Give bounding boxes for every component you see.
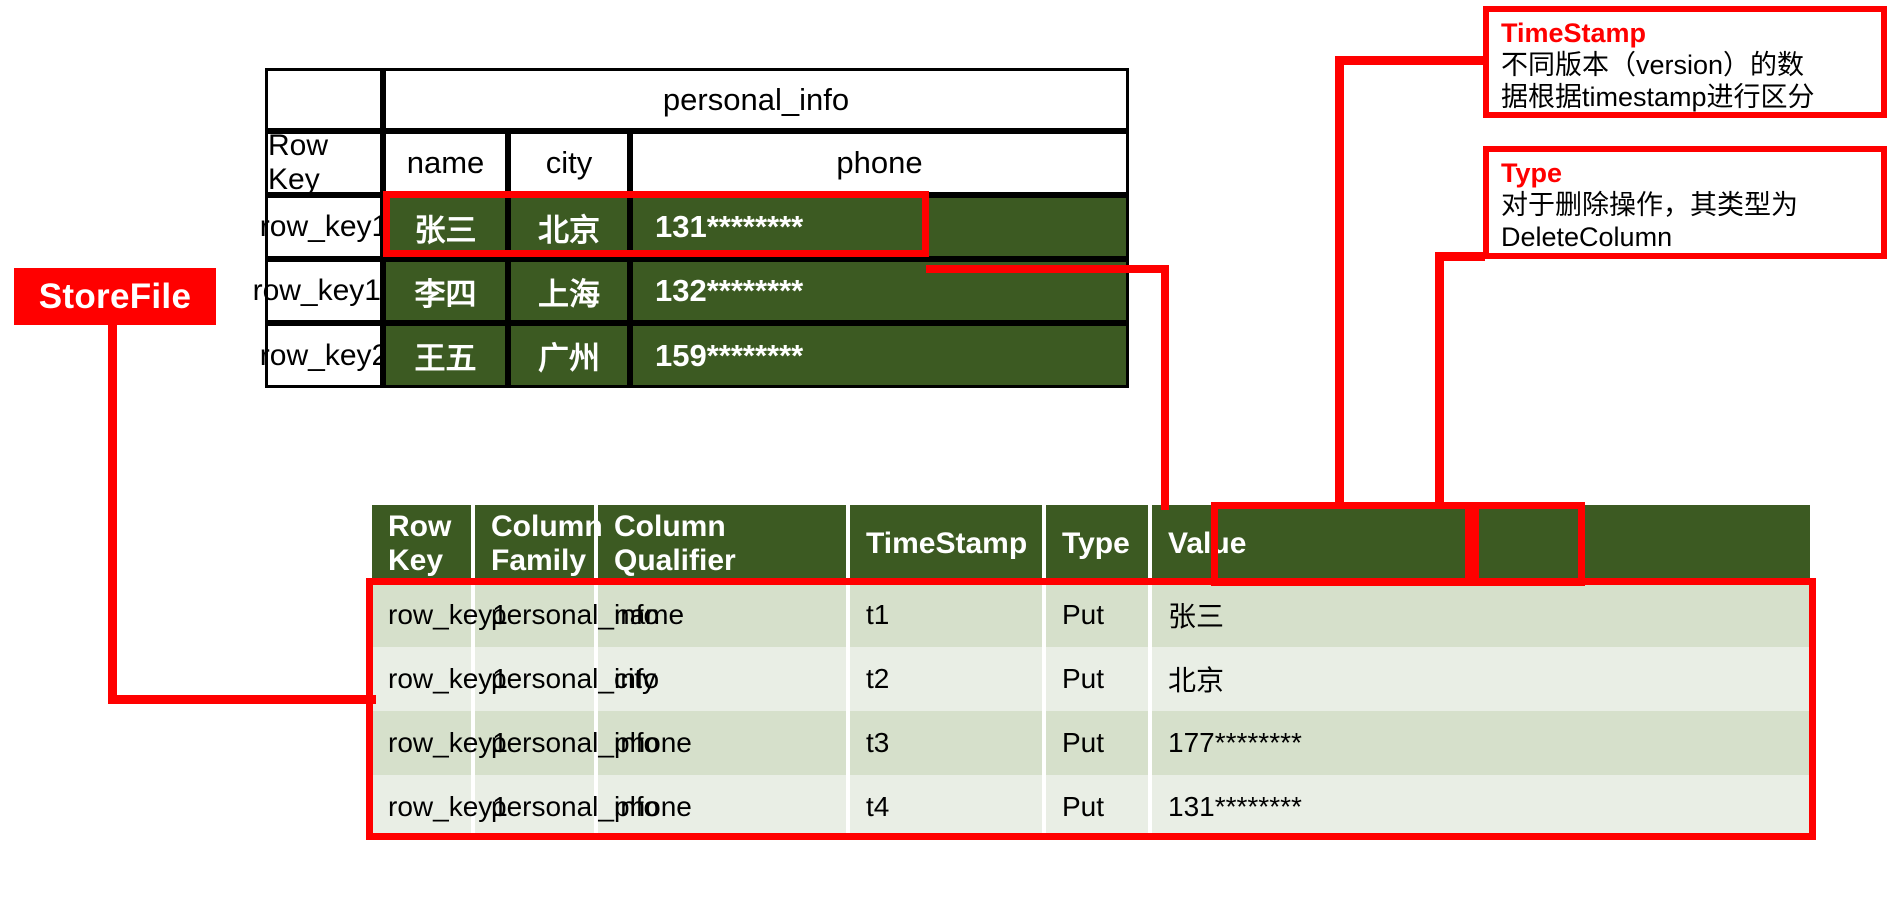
storefile-connector-horizontal [108,695,376,704]
logical-table-name-3: 王五 [383,323,508,388]
logical-table-header-row-key: Row Key [265,129,383,196]
callout-timestamp: TimeStamp 不同版本（version）的数 据根据timestamp进行… [1483,6,1887,118]
physical-header-column-qualifier: Column Qualifier [598,505,850,583]
logical-table-name-2: 李四 [383,259,508,323]
timestamp-column-highlight [1211,502,1472,586]
type-callout-connector-horizontal [1435,252,1485,261]
physical-table-data-highlight [366,578,1816,840]
logical-to-physical-connector-vertical [1161,265,1169,510]
logical-table-header-name: name [383,131,508,195]
physical-header-type: Type [1046,505,1152,583]
callout-timestamp-title: TimeStamp [1501,18,1647,48]
callout-type-title: Type [1501,158,1563,188]
logical-table-header-city: city [508,131,630,195]
diagram-canvas: personal_info Row Key name city phone ro… [0,0,1897,899]
logical-table-phone-3: 159******** [630,323,1129,388]
logical-table-row-key-1: row_key1 [260,195,388,259]
type-callout-connector-vertical [1435,252,1444,506]
logical-table-city-3: 广州 [508,323,630,388]
timestamp-callout-connector-vertical [1335,56,1344,506]
callout-timestamp-body: 不同版本（version）的数 据根据timestamp进行区分 [1501,50,1815,113]
logical-table-row-key-2: row_key11 [253,259,395,323]
logical-table-row1-highlight [383,191,929,257]
physical-header-column-family: Column Family [475,505,603,583]
callout-type: Type 对于删除操作，其类型为 DeleteColumn [1483,146,1887,259]
logical-table-corner-cell [265,68,383,131]
logical-to-physical-connector-horizontal [926,265,1169,273]
physical-header-row-key: Row Key [372,505,475,583]
callout-type-body: 对于删除操作，其类型为 DeleteColumn [1501,190,1798,253]
storefile-label: StoreFile [14,268,216,325]
physical-table-header-row: Row Key Column Family Column Qualifier T… [372,505,1810,583]
type-column-highlight [1472,502,1585,586]
logical-table-row-key-3: row_key2 [260,323,388,388]
storefile-connector-vertical [108,324,117,704]
logical-table-header-phone: phone [630,131,1129,195]
timestamp-callout-connector-horizontal [1335,56,1487,65]
physical-header-timestamp: TimeStamp [850,505,1046,583]
logical-table-city-2: 上海 [508,259,630,323]
logical-table-column-family-cell: personal_info [383,68,1129,131]
